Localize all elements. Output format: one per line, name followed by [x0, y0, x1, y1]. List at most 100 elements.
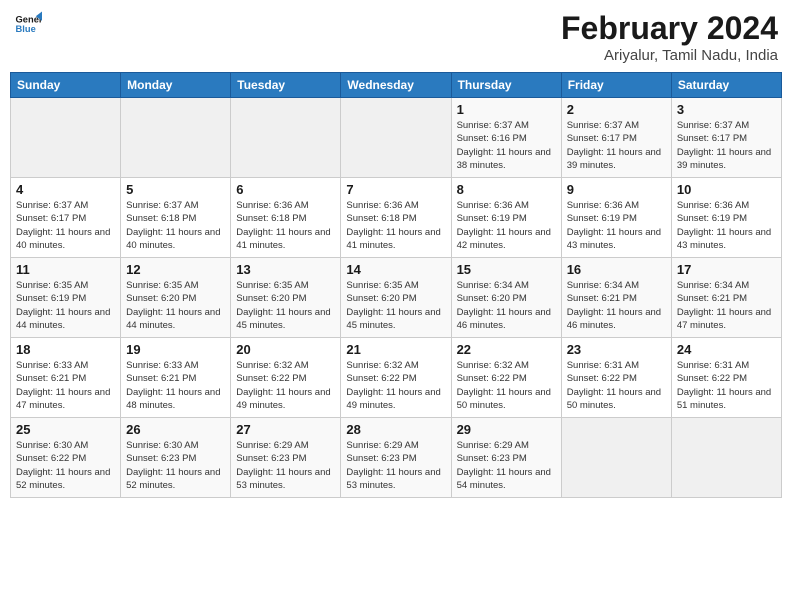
weekday-header-saturday: Saturday: [671, 73, 781, 98]
day-number: 28: [346, 422, 445, 437]
weekday-header-thursday: Thursday: [451, 73, 561, 98]
day-info: Sunrise: 6:32 AM Sunset: 6:22 PM Dayligh…: [457, 359, 556, 412]
day-number: 20: [236, 342, 335, 357]
calendar-week-row: 25Sunrise: 6:30 AM Sunset: 6:22 PM Dayli…: [11, 418, 782, 498]
calendar-cell: 16Sunrise: 6:34 AM Sunset: 6:21 PM Dayli…: [561, 258, 671, 338]
calendar-cell: [231, 98, 341, 178]
day-number: 17: [677, 262, 776, 277]
weekday-header-sunday: Sunday: [11, 73, 121, 98]
day-info: Sunrise: 6:36 AM Sunset: 6:19 PM Dayligh…: [457, 199, 556, 252]
calendar-cell: [671, 418, 781, 498]
calendar-table: SundayMondayTuesdayWednesdayThursdayFrid…: [10, 72, 782, 498]
calendar-cell: 20 Sunrise: 6:32 AM Sunset: 6:22 PM Dayli…: [231, 338, 341, 418]
day-info: Sunrise: 6:36 AM Sunset: 6:18 PM Dayligh…: [346, 199, 445, 252]
calendar-cell: 29 Sunrise: 6:29 AM Sunset: 6:23 PM Dayli…: [451, 418, 561, 498]
day-info: Sunrise: 6:34 AM Sunset: 6:21 PM Dayligh…: [677, 279, 776, 332]
page-header: General Blue February 2024 Ariyalur, Tam…: [10, 10, 782, 64]
day-info: Sunrise: 6:35 AM Sunset: 6:20 PM Dayligh…: [346, 279, 445, 332]
calendar-cell: 2 Sunrise: 6:37 AM Sunset: 6:17 PM Daylig…: [561, 98, 671, 178]
day-number: 27: [236, 422, 335, 437]
day-number: 2: [567, 102, 666, 117]
weekday-header-friday: Friday: [561, 73, 671, 98]
calendar-cell: [561, 418, 671, 498]
calendar-cell: 19 Sunrise: 6:33 AM Sunset: 6:21 PM Dayli…: [121, 338, 231, 418]
day-info: Sunrise: 6:31 AM Sunset: 6:22 PM Dayligh…: [567, 359, 666, 412]
day-info: Sunrise: 6:31 AM Sunset: 6:22 PM Dayligh…: [677, 359, 776, 412]
calendar-week-row: 1 Sunrise: 6:37 AM Sunset: 6:16 PM Daylig…: [11, 98, 782, 178]
day-info: Sunrise: 6:33 AM Sunset: 6:21 PM Dayligh…: [126, 359, 225, 412]
calendar-week-row: 18Sunrise: 6:33 AM Sunset: 6:21 PM Dayli…: [11, 338, 782, 418]
calendar-cell: 15 Sunrise: 6:34 AM Sunset: 6:20 PM Dayli…: [451, 258, 561, 338]
calendar-cell: 5 Sunrise: 6:37 AM Sunset: 6:18 PM Daylig…: [121, 178, 231, 258]
calendar-cell: 18Sunrise: 6:33 AM Sunset: 6:21 PM Dayli…: [11, 338, 121, 418]
day-number: 21: [346, 342, 445, 357]
day-number: 6: [236, 182, 335, 197]
calendar-cell: 7 Sunrise: 6:36 AM Sunset: 6:18 PM Daylig…: [341, 178, 451, 258]
calendar-cell: 12Sunrise: 6:35 AM Sunset: 6:20 PM Dayli…: [121, 258, 231, 338]
day-number: 4: [16, 182, 115, 197]
day-number: 23: [567, 342, 666, 357]
day-number: 19: [126, 342, 225, 357]
calendar-cell: [11, 98, 121, 178]
logo-icon: General Blue: [14, 10, 42, 38]
day-info: Sunrise: 6:37 AM Sunset: 6:18 PM Dayligh…: [126, 199, 225, 252]
calendar-cell: 21 Sunrise: 6:32 AM Sunset: 6:22 PM Dayli…: [341, 338, 451, 418]
calendar-cell: [341, 98, 451, 178]
weekday-header-monday: Monday: [121, 73, 231, 98]
weekday-header-row: SundayMondayTuesdayWednesdayThursdayFrid…: [11, 73, 782, 98]
weekday-header-wednesday: Wednesday: [341, 73, 451, 98]
calendar-body: 1 Sunrise: 6:37 AM Sunset: 6:16 PM Daylig…: [11, 98, 782, 498]
day-info: Sunrise: 6:30 AM Sunset: 6:23 PM Dayligh…: [126, 439, 225, 492]
day-number: 10: [677, 182, 776, 197]
day-info: Sunrise: 6:35 AM Sunset: 6:19 PM Dayligh…: [16, 279, 115, 332]
calendar-cell: 17 Sunrise: 6:34 AM Sunset: 6:21 PM Dayli…: [671, 258, 781, 338]
day-info: Sunrise: 6:37 AM Sunset: 6:16 PM Dayligh…: [457, 119, 556, 172]
day-info: Sunrise: 6:36 AM Sunset: 6:19 PM Dayligh…: [677, 199, 776, 252]
calendar-cell: 6 Sunrise: 6:36 AM Sunset: 6:18 PM Daylig…: [231, 178, 341, 258]
calendar-cell: 3Sunrise: 6:37 AM Sunset: 6:17 PM Daylig…: [671, 98, 781, 178]
location: Ariyalur, Tamil Nadu, India: [561, 47, 778, 64]
day-info: Sunrise: 6:37 AM Sunset: 6:17 PM Dayligh…: [567, 119, 666, 172]
calendar-cell: 28Sunrise: 6:29 AM Sunset: 6:23 PM Dayli…: [341, 418, 451, 498]
calendar-cell: [121, 98, 231, 178]
calendar-cell: 14 Sunrise: 6:35 AM Sunset: 6:20 PM Dayli…: [341, 258, 451, 338]
day-number: 14: [346, 262, 445, 277]
day-number: 16: [567, 262, 666, 277]
calendar-week-row: 4 Sunrise: 6:37 AM Sunset: 6:17 PM Daylig…: [11, 178, 782, 258]
day-info: Sunrise: 6:29 AM Sunset: 6:23 PM Dayligh…: [236, 439, 335, 492]
day-number: 11: [16, 262, 115, 277]
day-number: 7: [346, 182, 445, 197]
calendar-week-row: 11 Sunrise: 6:35 AM Sunset: 6:19 PM Dayli…: [11, 258, 782, 338]
month-year: February 2024: [561, 10, 778, 47]
day-info: Sunrise: 6:32 AM Sunset: 6:22 PM Dayligh…: [346, 359, 445, 412]
calendar-cell: 4 Sunrise: 6:37 AM Sunset: 6:17 PM Daylig…: [11, 178, 121, 258]
day-info: Sunrise: 6:32 AM Sunset: 6:22 PM Dayligh…: [236, 359, 335, 412]
day-info: Sunrise: 6:34 AM Sunset: 6:20 PM Dayligh…: [457, 279, 556, 332]
day-info: Sunrise: 6:29 AM Sunset: 6:23 PM Dayligh…: [457, 439, 556, 492]
day-info: Sunrise: 6:35 AM Sunset: 6:20 PM Dayligh…: [126, 279, 225, 332]
calendar-cell: 25Sunrise: 6:30 AM Sunset: 6:22 PM Dayli…: [11, 418, 121, 498]
day-number: 1: [457, 102, 556, 117]
calendar-cell: 27 Sunrise: 6:29 AM Sunset: 6:23 PM Dayli…: [231, 418, 341, 498]
day-number: 25: [16, 422, 115, 437]
day-number: 3: [677, 102, 776, 117]
day-number: 15: [457, 262, 556, 277]
calendar-cell: 13Sunrise: 6:35 AM Sunset: 6:20 PM Dayli…: [231, 258, 341, 338]
calendar-cell: 23 Sunrise: 6:31 AM Sunset: 6:22 PM Dayli…: [561, 338, 671, 418]
day-number: 9: [567, 182, 666, 197]
calendar-cell: 24 Sunrise: 6:31 AM Sunset: 6:22 PM Dayli…: [671, 338, 781, 418]
day-info: Sunrise: 6:36 AM Sunset: 6:18 PM Dayligh…: [236, 199, 335, 252]
day-info: Sunrise: 6:37 AM Sunset: 6:17 PM Dayligh…: [16, 199, 115, 252]
title-block: February 2024 Ariyalur, Tamil Nadu, Indi…: [561, 10, 778, 64]
day-info: Sunrise: 6:35 AM Sunset: 6:20 PM Dayligh…: [236, 279, 335, 332]
calendar-cell: 10 Sunrise: 6:36 AM Sunset: 6:19 PM Dayli…: [671, 178, 781, 258]
calendar-cell: 11 Sunrise: 6:35 AM Sunset: 6:19 PM Dayli…: [11, 258, 121, 338]
day-number: 5: [126, 182, 225, 197]
day-number: 24: [677, 342, 776, 357]
day-info: Sunrise: 6:33 AM Sunset: 6:21 PM Dayligh…: [16, 359, 115, 412]
day-number: 29: [457, 422, 556, 437]
day-info: Sunrise: 6:36 AM Sunset: 6:19 PM Dayligh…: [567, 199, 666, 252]
logo: General Blue: [14, 10, 42, 38]
day-number: 26: [126, 422, 225, 437]
calendar-cell: 9 Sunrise: 6:36 AM Sunset: 6:19 PM Daylig…: [561, 178, 671, 258]
